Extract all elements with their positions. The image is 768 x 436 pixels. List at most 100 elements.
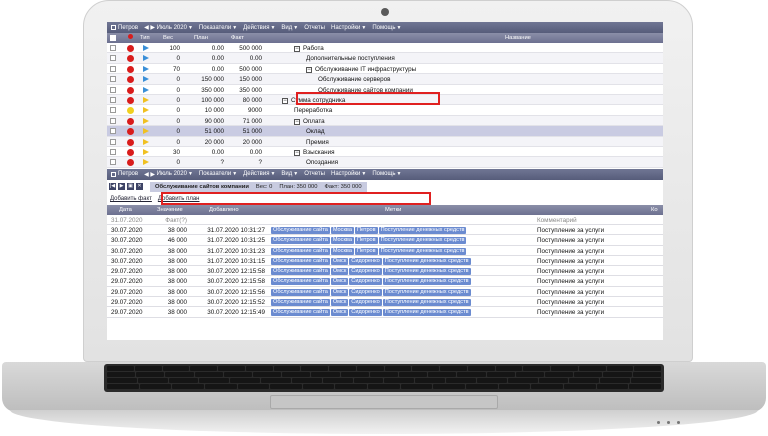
user-menu[interactable]: Петров (111, 171, 138, 177)
tag-label[interactable]: Поступление денежных средств (378, 237, 467, 245)
header-plan[interactable]: План (194, 35, 208, 41)
facts-header-added[interactable]: Добавлено (209, 207, 239, 213)
tag-label[interactable]: Поступление денежных средств (382, 257, 471, 265)
fact-row[interactable]: 29.07.2020 38 000 30.07.2020 12:15:56 Обслу… (107, 287, 663, 298)
expand-icon[interactable]: ▣ (127, 183, 134, 191)
header-weight[interactable]: Вес (163, 35, 173, 41)
fact-row[interactable]: 29.07.2020 38 000 30.07.2020 12:15:58 Обслу… (107, 266, 663, 277)
menu-item[interactable]: Вид ▼ (281, 171, 298, 177)
collapse-icon[interactable]: − (294, 46, 300, 52)
tag-label[interactable]: Поступление денежных средств (382, 278, 471, 286)
row-checkbox[interactable] (110, 148, 116, 155)
menu-item[interactable]: Действия ▼ (243, 25, 275, 31)
period-selector[interactable]: ◀ ▶ Июль 2020 ▼ (144, 24, 193, 32)
tag-label[interactable]: Омск (330, 288, 349, 296)
header-type[interactable]: Тип (140, 35, 150, 41)
tag-label[interactable]: Омск (330, 257, 349, 265)
fact-row[interactable]: 30.07.2020 46 000 31.07.2020 10:31:25 Обслу… (107, 235, 663, 246)
fact-row[interactable]: 29.07.2020 38 000 30.07.2020 12:15:58 Обслу… (107, 276, 663, 287)
period-selector[interactable]: ◀ ▶ Июль 2020 ▼ (144, 171, 193, 178)
tag-label[interactable]: Обслуживание сайта (271, 247, 330, 255)
tag-label[interactable]: Обслуживание сайта (271, 278, 330, 286)
tag-label[interactable]: Сидоренко (349, 268, 382, 276)
facts-header-date[interactable]: Дата (119, 207, 132, 213)
tree-row[interactable]: 0 90 000 71 000 − Оплата (107, 115, 663, 127)
tag-label[interactable]: Сидоренко (349, 288, 382, 296)
tag-label[interactable]: Обслуживание сайта (271, 257, 330, 265)
collapse-icon[interactable]: − (282, 97, 288, 104)
tag-label[interactable]: Омск (330, 309, 349, 317)
tag-label[interactable]: Поступление денежных средств (378, 247, 467, 255)
menu-item[interactable]: Отчеты (304, 25, 325, 31)
row-checkbox[interactable] (110, 45, 116, 51)
tag-label[interactable]: Поступление денежных средств (378, 226, 467, 234)
menu-item[interactable]: Помощь ▼ (372, 171, 401, 177)
first-page-icon[interactable]: |◀ (109, 183, 116, 191)
tag-label[interactable]: Петров (354, 226, 378, 234)
menu-item[interactable]: Действия ▼ (243, 171, 275, 177)
row-checkbox[interactable] (110, 117, 116, 124)
tree-row[interactable]: 0 150 000 150 000 Обслуживание серверов (107, 74, 663, 85)
fact-row[interactable]: 30.07.2020 38 000 31.07.2020 10:31:15 Обслу… (107, 256, 663, 267)
menu-item[interactable]: Показатели ▼ (199, 171, 237, 177)
row-checkbox[interactable] (110, 76, 116, 83)
fact-row[interactable]: 30.07.2020 38 000 31.07.2020 10:31:23 Обслу… (107, 246, 663, 256)
close-icon[interactable]: ✕ (136, 183, 143, 191)
tree-row[interactable]: 0 350 000 350 000 Обслуживание сайтов компа… (107, 85, 663, 95)
tag-label[interactable]: Обслуживание сайта (271, 237, 330, 245)
tree-row[interactable]: 0 10 000 9000 Переработка (107, 105, 663, 116)
tag-label[interactable]: Омск (330, 278, 349, 286)
row-checkbox[interactable] (110, 55, 116, 62)
tree-row[interactable]: 0 100 000 80 000 − Сумма сотрудника (107, 94, 663, 106)
tree-row[interactable]: 0 51 000 51 000 Оклад (107, 126, 663, 137)
row-checkbox[interactable] (110, 65, 116, 72)
tag-label[interactable]: Поступление денежных средств (382, 268, 471, 276)
tag-label[interactable]: Сидоренко (349, 278, 382, 286)
fact-row[interactable]: 30.07.2020 38 000 31.07.2020 10:31:27 Обслу… (107, 225, 663, 236)
tag-label[interactable]: Обслуживание сайта (271, 226, 330, 234)
row-checkbox[interactable] (110, 107, 116, 114)
tree-row[interactable]: 0 20 000 20 000 Премия (107, 136, 663, 147)
collapse-icon[interactable]: − (294, 118, 300, 125)
add-fact-link[interactable]: Добавить факт (110, 196, 152, 202)
fact-row[interactable]: 29.07.2020 38 000 30.07.2020 12:15:52 Обслу… (107, 297, 663, 308)
tag-label[interactable]: Москва (330, 247, 354, 255)
tag-label[interactable]: Поступление денежных средств (382, 309, 471, 317)
row-checkbox[interactable] (110, 86, 116, 93)
tree-row[interactable]: 0?? Опоздания (107, 157, 663, 168)
tag-label[interactable]: Обслуживание сайта (271, 309, 330, 317)
header-checkbox[interactable] (110, 35, 116, 41)
facts-header-value[interactable]: Значение (157, 207, 183, 213)
menu-item[interactable]: Отчеты (304, 171, 325, 177)
tag-label[interactable]: Обслуживание сайта (271, 288, 330, 296)
menu-item[interactable]: Настройки ▼ (331, 171, 366, 177)
menu-item[interactable]: Настройки ▼ (331, 25, 366, 31)
tag-label[interactable]: Поступление денежных средств (382, 288, 471, 296)
user-menu[interactable]: Петров (111, 25, 138, 31)
row-checkbox[interactable] (110, 159, 116, 166)
header-fact[interactable]: Факт (231, 35, 244, 41)
row-checkbox[interactable] (110, 138, 116, 145)
tag-label[interactable]: Москва (330, 226, 354, 234)
tree-row[interactable]: 30 0.00 0.00 − Взыскания (107, 147, 663, 158)
tag-label[interactable]: Обслуживание сайта (271, 299, 330, 307)
tag-label[interactable]: Обслуживание сайта (271, 268, 330, 276)
collapse-icon[interactable]: − (306, 66, 312, 73)
row-checkbox[interactable] (110, 96, 116, 103)
tree-row[interactable]: 0 0.00 0.00 Дополнительные поступления (107, 53, 663, 64)
tree-row[interactable]: 70 0.00 500 000 − Обслуживание IT инфраструк… (107, 64, 663, 75)
tag-label[interactable]: Петров (354, 247, 378, 255)
tag-label[interactable]: Омск (330, 299, 349, 307)
header-name[interactable]: Название (505, 35, 531, 41)
fact-row[interactable]: 29.07.2020 38 000 30.07.2020 12:15:49 Обслу… (107, 307, 663, 318)
tag-label[interactable]: Москва (330, 237, 354, 245)
tag-label[interactable]: Сидоренко (349, 309, 382, 317)
next-page-icon[interactable]: ▶ (118, 183, 125, 191)
tag-label[interactable]: Сидоренко (349, 257, 382, 265)
facts-header-comment[interactable]: Ко (651, 207, 658, 213)
tree-row[interactable]: 100 0.00 500 000 − Работа (107, 43, 663, 54)
tag-label[interactable]: Поступление денежных средств (382, 299, 471, 307)
row-checkbox[interactable] (110, 128, 116, 135)
menu-item[interactable]: Вид ▼ (281, 25, 298, 31)
facts-header-tags[interactable]: Метки (385, 207, 401, 213)
